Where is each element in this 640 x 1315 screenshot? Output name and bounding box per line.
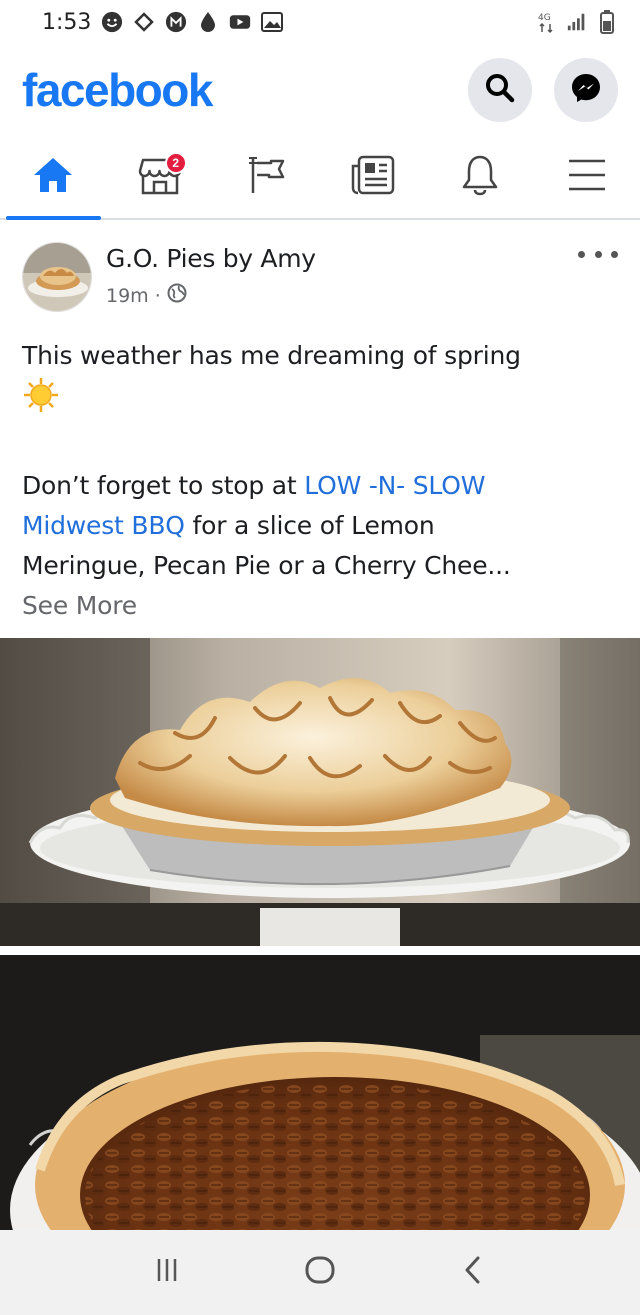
back-icon — [461, 1255, 485, 1290]
recents-button[interactable] — [137, 1243, 197, 1303]
search-icon — [483, 71, 517, 110]
signal-icon — [566, 11, 588, 33]
post-line-4-text: Meringue, Pecan Pie or a Cherry Chee... — [22, 551, 511, 580]
sun-emoji — [22, 376, 60, 426]
post-options-button[interactable] — [578, 244, 618, 264]
post-line-3-text: for a slice of Lemon — [184, 511, 435, 540]
post-line-4: Meringue, Pecan Pie or a Cherry Chee... — [22, 546, 618, 586]
messenger-icon — [569, 71, 603, 110]
battery-icon — [596, 10, 618, 34]
post-line-2: Don’t forget to stop at LOW -N- SLOW — [22, 466, 618, 506]
post-line-1: This weather has me dreaming of spring — [22, 336, 618, 376]
tab-pages[interactable] — [213, 136, 320, 218]
nav-tabs: 2 — [0, 136, 640, 220]
post-header: G.O. Pies by Amy 19m · — [0, 222, 640, 322]
tab-marketplace[interactable]: 2 — [107, 136, 214, 218]
m-app-icon — [165, 11, 187, 33]
tab-notifications[interactable] — [427, 136, 534, 218]
post-line-1-text: This weather has me dreaming of spring — [22, 341, 521, 370]
feed-post: G.O. Pies by Amy 19m · This weather has … — [0, 222, 640, 626]
post-photo-pecan-pie[interactable] — [0, 955, 640, 1230]
see-more-link[interactable]: See More — [22, 586, 618, 626]
youtube-icon — [229, 11, 251, 33]
globe-icon — [167, 283, 187, 308]
post-text: This weather has me dreaming of spring D… — [0, 322, 640, 626]
post-meta: G.O. Pies by Amy 19m · — [106, 244, 316, 308]
recents-icon — [155, 1256, 179, 1289]
smiley-icon — [101, 11, 123, 33]
post-time[interactable]: 19m — [106, 285, 149, 307]
hamburger-icon — [567, 157, 607, 198]
bell-icon — [460, 154, 500, 201]
newspaper-icon — [350, 154, 396, 201]
status-time: 1:53 — [42, 9, 92, 35]
tag-link-midwest-bbq[interactable]: Midwest BBQ — [22, 511, 185, 540]
post-line-3: Midwest BBQ for a slice of Lemon — [22, 506, 618, 546]
post-photo-lemon-meringue[interactable] — [0, 638, 640, 946]
home-circle-icon — [304, 1254, 336, 1291]
status-bar: 1:53 4G — [0, 0, 640, 44]
dot — [611, 250, 618, 258]
avatar[interactable] — [22, 242, 92, 312]
system-nav-bar — [0, 1230, 640, 1315]
facebook-logo[interactable]: facebook — [22, 63, 213, 117]
drop-icon — [197, 11, 219, 33]
post-line-2-text: Don’t forget to stop at — [22, 471, 305, 500]
post-emoji-line — [22, 376, 618, 426]
search-button[interactable] — [468, 58, 532, 122]
dot — [594, 250, 602, 258]
code-diamond-icon — [133, 11, 155, 33]
messenger-button[interactable] — [554, 58, 618, 122]
back-button[interactable] — [443, 1243, 503, 1303]
marketplace-badge: 2 — [164, 152, 187, 174]
header-actions — [468, 58, 618, 122]
tab-home[interactable] — [0, 136, 107, 220]
app-header: facebook — [0, 44, 640, 136]
tag-link-low-n-slow[interactable]: LOW -N- SLOW — [304, 471, 485, 500]
status-icons-right: 4G — [536, 10, 618, 34]
image-icon — [261, 11, 284, 33]
dot — [578, 250, 585, 258]
post-time-row: 19m · — [106, 283, 316, 308]
tab-news[interactable] — [320, 136, 427, 218]
time-separator: · — [154, 284, 161, 307]
home-nav-button[interactable] — [290, 1243, 350, 1303]
status-icons-left — [101, 11, 284, 33]
post-author[interactable]: G.O. Pies by Amy — [106, 244, 316, 273]
home-icon — [31, 155, 75, 200]
svg-text:4G: 4G — [538, 13, 551, 23]
flag-icon — [247, 155, 287, 200]
4g-icon: 4G — [536, 11, 558, 34]
tab-menu[interactable] — [533, 136, 640, 218]
